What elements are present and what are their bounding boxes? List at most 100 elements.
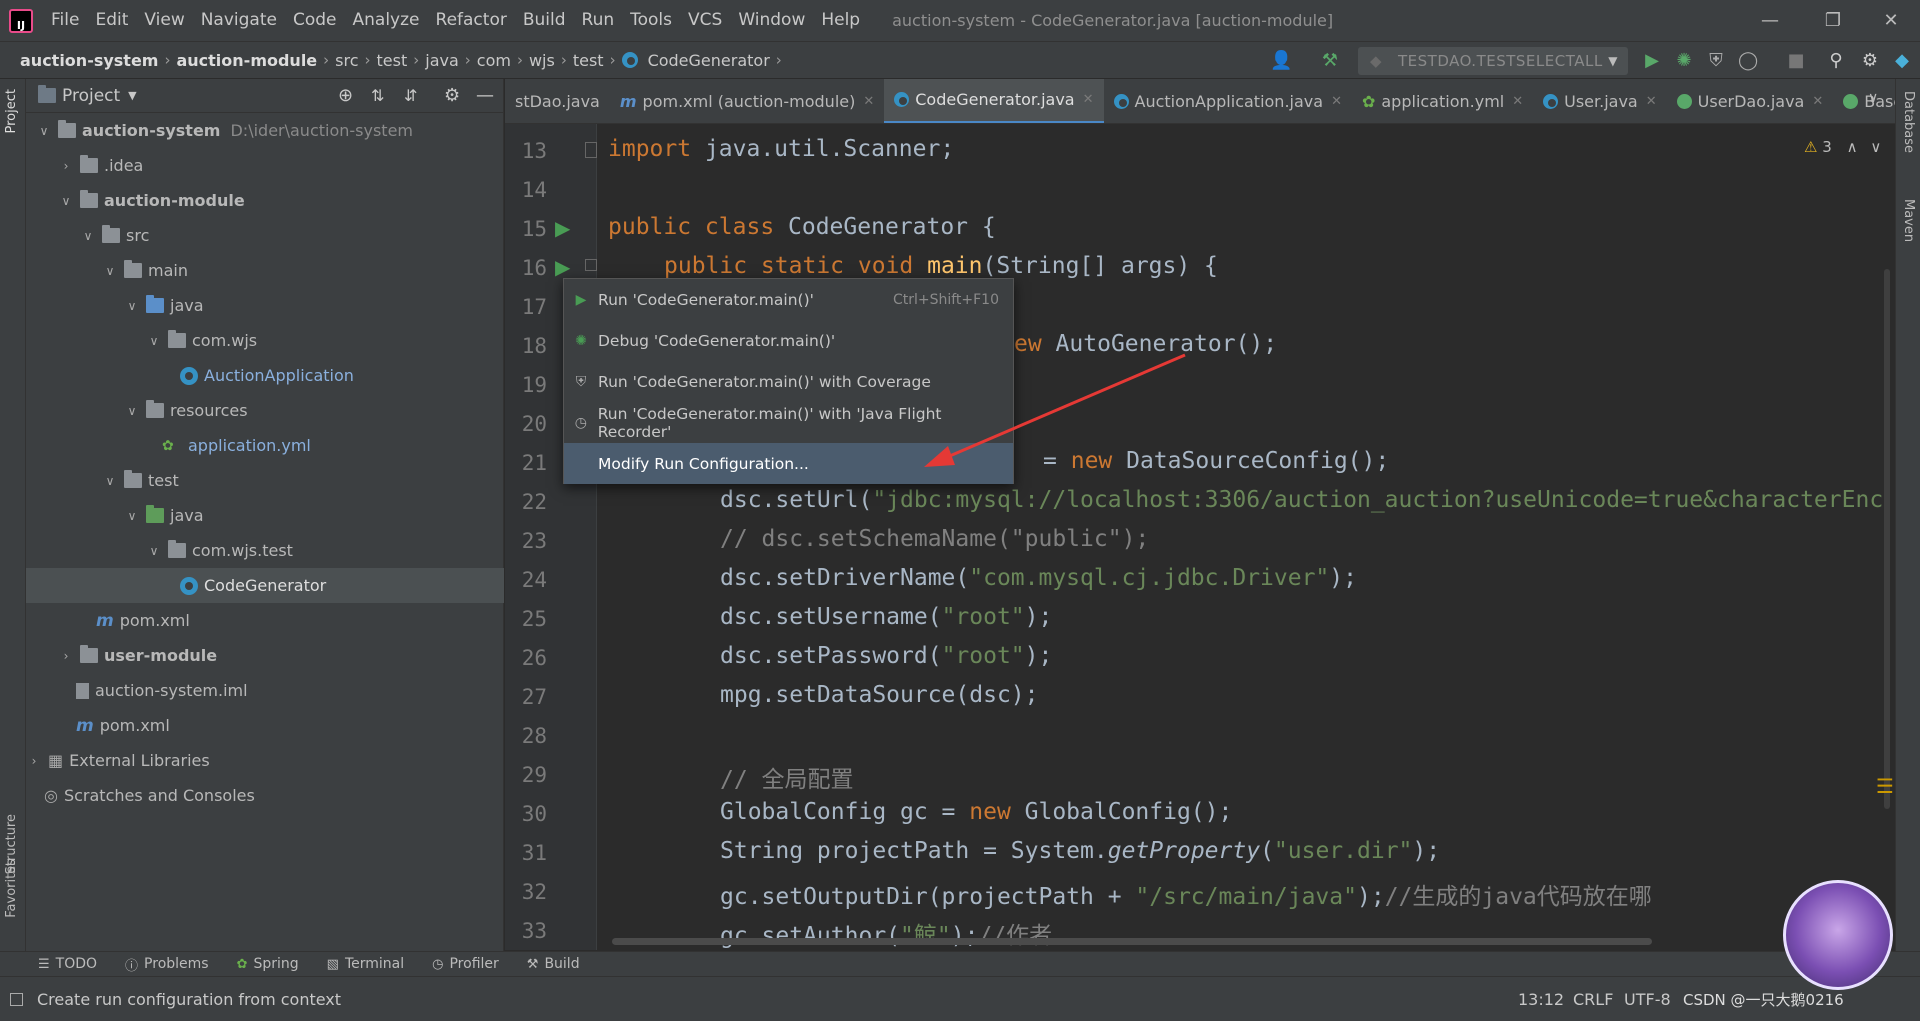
menu-tools[interactable]: Tools — [622, 0, 680, 41]
chevron-up-icon[interactable]: ∧ — [1847, 138, 1858, 156]
close-icon[interactable]: ✕ — [1866, 0, 1916, 41]
chevron-down-icon[interactable]: ∨ — [146, 334, 162, 348]
menu-code[interactable]: Code — [285, 0, 345, 41]
close-tab-icon[interactable]: ✕ — [1512, 94, 1523, 109]
tree-item-module-pom[interactable]: m pom.xml — [26, 603, 504, 638]
chevron-down-icon[interactable]: ∨ — [36, 124, 52, 138]
breadcrumb-class[interactable]: CodeGenerator — [644, 51, 774, 70]
chevron-down-icon[interactable]: ∨ — [102, 474, 118, 488]
tree-item-code-generator[interactable]: CodeGenerator — [26, 568, 504, 603]
problems-tab[interactable]: ⓘ Problems — [117, 955, 217, 974]
popup-run-item[interactable]: ▶ Run 'CodeGenerator.main()' Ctrl+Shift+… — [564, 279, 1013, 320]
fold-icon[interactable] — [585, 142, 597, 158]
tab-code-generator[interactable]: CodeGenerator.java ✕ — [884, 79, 1104, 123]
maximize-icon[interactable]: ❐ — [1808, 0, 1858, 41]
horizontal-scrollbar[interactable] — [612, 938, 1652, 945]
debug-icon[interactable]: ✺ — [1674, 51, 1694, 71]
line-separator[interactable]: CRLF — [1573, 990, 1613, 1009]
breadcrumb-java[interactable]: java — [421, 51, 463, 70]
tree-item-src[interactable]: ∨ src — [26, 218, 504, 253]
menu-navigate[interactable]: Navigate — [193, 0, 285, 41]
document-structure-icon[interactable]: ☰ — [1876, 774, 1894, 798]
gear-icon[interactable]: ⚙ — [444, 85, 460, 106]
run-gutter-icon[interactable]: ▶ — [555, 255, 570, 279]
chevron-down-icon[interactable]: ∨ — [146, 544, 162, 558]
chevron-down-icon[interactable]: ∨ — [1870, 138, 1881, 156]
tree-item-main-java[interactable]: ∨ java — [26, 288, 504, 323]
menu-analyze[interactable]: Analyze — [345, 0, 428, 41]
menu-view[interactable]: View — [136, 0, 192, 41]
jetbrains-toolbox-icon[interactable]: ◆ — [1892, 51, 1912, 71]
tab-basemapper[interactable]: BaseMa — [1833, 79, 1895, 123]
breadcrumb-test-package[interactable]: test — [569, 51, 608, 70]
code-editor[interactable]: import java.util.Scanner; public class C… — [598, 124, 1895, 950]
menu-file[interactable]: File — [43, 0, 87, 41]
toggle-tool-windows-icon[interactable] — [10, 992, 23, 1006]
chevron-down-icon[interactable]: ∨ — [58, 194, 74, 208]
project-toolwindow-tab[interactable]: Project — [4, 89, 19, 133]
tab-userdao[interactable]: UserDao.java ✕ — [1667, 79, 1834, 123]
tree-item-application-yml[interactable]: ✿ application.yml — [26, 428, 504, 463]
profile-icon[interactable]: ◯ — [1738, 51, 1758, 71]
tree-item-resources[interactable]: ∨ resources — [26, 393, 504, 428]
chevron-down-icon[interactable]: ∨ — [124, 509, 140, 523]
tree-item-iml[interactable]: auction-system.iml — [26, 673, 504, 708]
menu-window[interactable]: Window — [730, 0, 813, 41]
breadcrumb-project[interactable]: auction-system — [16, 51, 162, 70]
tabs-overflow-chevron-icon[interactable]: ∨ — [1868, 90, 1878, 106]
terminal-tab[interactable]: ▧ Terminal — [319, 956, 412, 972]
todo-tab[interactable]: ☰ TODO — [30, 956, 105, 972]
tab-stdao[interactable]: stDao.java — [505, 79, 610, 123]
popup-coverage-item[interactable]: ⛨ Run 'CodeGenerator.main()' with Covera… — [564, 361, 1013, 402]
tab-auction-application[interactable]: AuctionApplication.java ✕ — [1104, 79, 1352, 123]
tree-item-test[interactable]: ∨ test — [26, 463, 504, 498]
tab-application-yml[interactable]: ✿ application.yml ✕ — [1352, 79, 1533, 123]
menu-vcs[interactable]: VCS — [680, 0, 730, 41]
tree-item-user-module[interactable]: › user-module — [26, 638, 504, 673]
fold-icon[interactable] — [585, 259, 597, 271]
run-icon[interactable]: ▶ — [1642, 51, 1662, 71]
build-tab[interactable]: ⚒ Build — [519, 956, 588, 972]
collapse-all-icon[interactable]: ⇵ — [404, 86, 417, 105]
popup-debug-item[interactable]: ✺ Debug 'CodeGenerator.main()' — [564, 320, 1013, 361]
locate-icon[interactable]: ⊕ — [338, 85, 353, 106]
close-tab-icon[interactable]: ✕ — [1646, 94, 1657, 109]
menu-refactor[interactable]: Refactor — [428, 0, 515, 41]
spring-tab[interactable]: ✿ Spring — [229, 956, 307, 972]
menu-help[interactable]: Help — [813, 0, 868, 41]
breadcrumb-module[interactable]: auction-module — [172, 51, 321, 70]
chevron-down-icon[interactable]: ∨ — [124, 299, 140, 313]
profiler-tab[interactable]: ◷ Profiler — [424, 956, 507, 972]
breadcrumb-wjs[interactable]: wjs — [525, 51, 559, 70]
popup-modify-run-config-item[interactable]: Modify Run Configuration... — [564, 443, 1013, 484]
breadcrumb-test[interactable]: test — [373, 51, 412, 70]
run-configuration-select[interactable]: ◆ TESTDAO.TESTSELECTALL ▼ — [1358, 47, 1628, 75]
tree-item-main[interactable]: ∨ main — [26, 253, 504, 288]
tree-item-idea[interactable]: › .idea — [26, 148, 504, 183]
chevron-right-icon[interactable]: › — [26, 754, 42, 768]
chevron-down-icon[interactable]: ▼ — [128, 89, 136, 102]
caret-position[interactable]: 13:12 — [1518, 990, 1564, 1009]
settings-gear-icon[interactable]: ⚙ — [1860, 51, 1880, 71]
maven-toolwindow-tab[interactable]: Maven — [1901, 199, 1916, 242]
close-tab-icon[interactable]: ✕ — [863, 94, 874, 109]
run-gutter-icon[interactable]: ▶ — [555, 216, 570, 240]
close-tab-icon[interactable]: ✕ — [1812, 94, 1823, 109]
tree-item-test-java[interactable]: ∨ java — [26, 498, 504, 533]
tree-item-com-wjs-test[interactable]: ∨ com.wjs.test — [26, 533, 504, 568]
vertical-scrollbar[interactable] — [1884, 269, 1890, 809]
expand-all-icon[interactable]: ⇅ — [371, 86, 384, 105]
tree-item-auction-application[interactable]: AuctionApplication — [26, 358, 504, 393]
popup-flight-recorder-item[interactable]: ◷ Run 'CodeGenerator.main()' with 'Java … — [564, 402, 1013, 443]
coverage-icon[interactable]: ⛨ — [1706, 51, 1726, 71]
favorites-toolwindow-tab[interactable]: Favorites — [4, 859, 19, 918]
database-toolwindow-tab[interactable]: Database — [1901, 91, 1916, 153]
menu-run[interactable]: Run — [574, 0, 623, 41]
close-tab-icon[interactable]: ✕ — [1083, 92, 1094, 107]
tab-module-pom[interactable]: m pom.xml (auction-module) ✕ — [610, 79, 884, 123]
chevron-down-icon[interactable]: ∨ — [124, 404, 140, 418]
chevron-right-icon[interactable]: › — [58, 159, 74, 173]
user-icon[interactable]: 👤 — [1270, 51, 1292, 71]
tree-item-external-libraries[interactable]: › ▦ External Libraries — [26, 743, 504, 778]
file-encoding[interactable]: UTF-8 — [1624, 990, 1671, 1009]
